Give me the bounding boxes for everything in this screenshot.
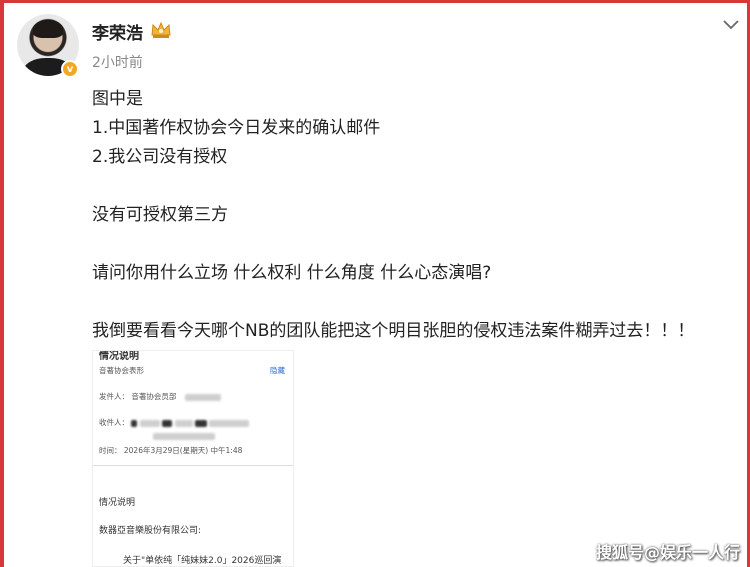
email-company: 数器亞音樂股份有限公司:	[99, 526, 202, 536]
time-label: 时间：	[99, 446, 122, 455]
post-line: 1.中国著作权协会今日发来的确认邮件	[92, 118, 381, 138]
email-header-cut: 情况说明	[99, 351, 139, 362]
hide-link: 隐藏	[270, 366, 285, 375]
attached-image[interactable]: 情况说明 音著协会表形 隐藏 发件人： 音著协会员部 收件人： 时间： 2026…	[92, 350, 294, 567]
post-line: 图中是	[92, 89, 143, 109]
post-line: 我倒要看看今天哪个NB的团队能把这个明目张胆的侵权违法案件糊弄过去！！！	[92, 321, 695, 341]
redacted-block	[139, 419, 160, 427]
crown-icon	[151, 21, 171, 38]
divider	[93, 465, 293, 466]
time-value: 2026年3月29日(星期天) 中午1:48	[123, 446, 243, 455]
email-time-row: 时间： 2026年3月29日(星期天) 中午1:48	[99, 445, 242, 456]
post-content: 图中是 1.中国著作权协会今日发来的确认邮件 2.我公司没有授权 没有可授权第三…	[92, 85, 732, 346]
email-body-line: 关于"单依纯「纯妹妹2.0」2026巡回演	[123, 556, 282, 566]
email-body-title: 情况说明	[99, 498, 136, 508]
redacted-block	[162, 419, 173, 427]
watermark: 搜狐号@娱乐一人行	[596, 543, 741, 562]
redacted-block	[194, 419, 207, 427]
post-time[interactable]: 2小时前	[92, 52, 143, 72]
sender-value: 音著协会员部	[131, 392, 177, 401]
post-line: 请问你用什么立场 什么权利 什么角度 什么心态演唱?	[92, 263, 492, 283]
email-from-org: 音著协会表形	[99, 366, 144, 375]
username[interactable]: 李荣浩	[92, 19, 143, 44]
redacted-block	[174, 419, 193, 427]
redacted-block	[153, 432, 215, 440]
post-line: 没有可授权第三方	[92, 205, 228, 225]
receiver-label: 收件人：	[99, 418, 129, 427]
redacted-block	[209, 419, 250, 427]
sender-label: 发件人：	[99, 392, 129, 401]
chevron-down-icon[interactable]	[722, 18, 740, 32]
redacted-block	[131, 419, 138, 427]
email-receiver-row-2	[153, 431, 215, 440]
verified-badge-icon: v	[61, 60, 79, 78]
email-receiver-row: 收件人：	[99, 417, 250, 428]
avatar-hair	[33, 20, 63, 38]
redacted-block	[184, 393, 221, 401]
email-sender-row: 发件人： 音著协会员部	[99, 391, 221, 402]
post-line: 2.我公司没有授权	[92, 147, 228, 167]
